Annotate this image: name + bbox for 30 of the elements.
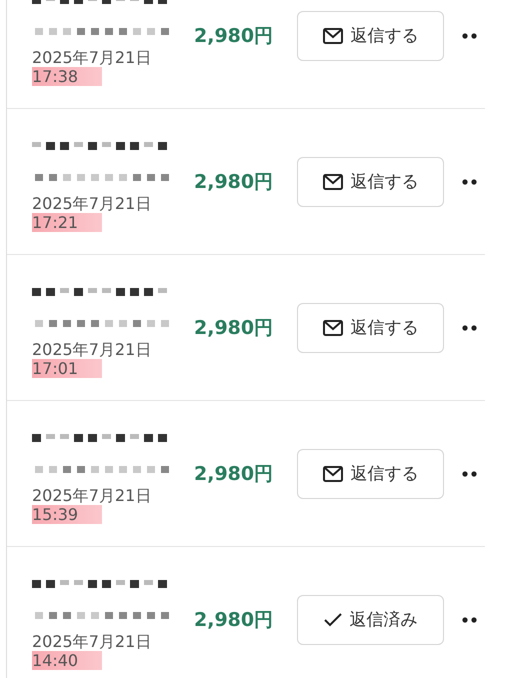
more-icon[interactable] — [462, 616, 478, 622]
reply-button[interactable]: 返信する — [297, 448, 444, 498]
envelope-icon — [322, 28, 342, 44]
order-time: 15:39 — [32, 504, 102, 524]
order-date: 2025年7月21日 — [32, 340, 152, 358]
order-price: 2,980円 — [194, 24, 274, 48]
envelope-icon — [322, 174, 342, 190]
order-time: 17:21 — [32, 212, 102, 232]
checkmark-icon — [324, 612, 342, 626]
more-icon[interactable] — [462, 32, 478, 38]
reply-button[interactable]: 返信する — [297, 156, 444, 206]
order-price: 2,980円 — [194, 608, 274, 632]
order-price: 2,980円 — [194, 170, 274, 194]
order-date: 2025年7月21日 — [32, 48, 152, 66]
order-date: 2025年7月21日 — [32, 632, 152, 650]
more-icon[interactable] — [462, 324, 478, 330]
order-time: 17:38 — [32, 66, 102, 86]
more-icon[interactable] — [462, 178, 478, 184]
reply-button[interactable]: 返信する — [297, 10, 444, 60]
envelope-icon — [322, 320, 342, 336]
order-time: 14:40 — [32, 650, 102, 670]
order-price: 2,980円 — [194, 316, 274, 340]
order-time: 17:01 — [32, 358, 102, 378]
order-price: 2,980円 — [194, 462, 274, 486]
envelope-icon — [322, 466, 342, 482]
more-icon[interactable] — [462, 470, 478, 476]
order-date: 2025年7月21日 — [32, 486, 152, 504]
reply-button[interactable]: 返信する — [297, 302, 444, 352]
reply-button[interactable]: 返信済み — [297, 594, 444, 644]
order-date: 2025年7月21日 — [32, 194, 152, 212]
